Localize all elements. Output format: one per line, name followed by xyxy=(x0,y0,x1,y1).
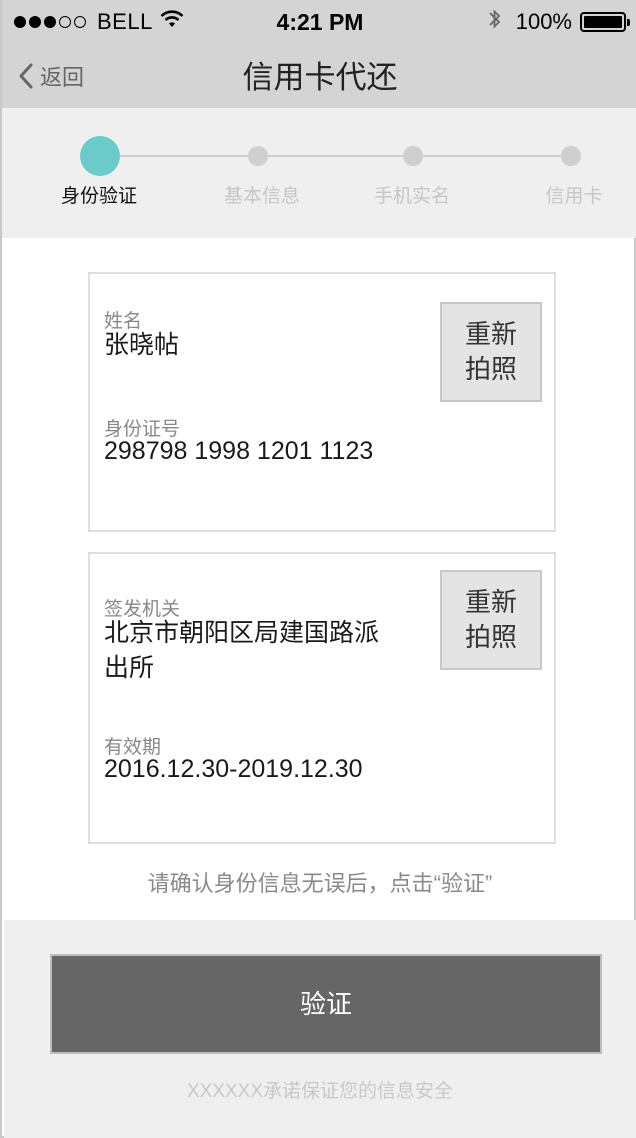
verify-button[interactable]: 验证 xyxy=(50,954,602,1054)
id-front-card: 姓名 张晓帖 身份证号 298798 1998 1201 1123 重新 拍照 xyxy=(88,272,556,532)
step-connector-line xyxy=(100,155,572,157)
bluetooth-icon xyxy=(488,7,502,37)
name-value: 张晓帖 xyxy=(104,331,180,359)
validity-value: 2016.12.30-2019.12.30 xyxy=(104,755,363,783)
nav-bar: 返回 信用卡代还 xyxy=(2,44,636,108)
step-node-credit-card xyxy=(561,146,581,166)
step-node-basic-info xyxy=(248,146,268,166)
battery-icon xyxy=(580,12,630,32)
step-label-identity: 身份验证 xyxy=(60,186,137,207)
step-label-phone: 手机实名 xyxy=(373,186,450,207)
retake-label-line1: 重新 xyxy=(464,319,517,349)
step-label-credit-card: 信用卡 xyxy=(545,186,603,207)
id-number-value: 298798 1998 1201 1123 xyxy=(104,437,374,465)
app-screen: BELL 4:21 PM 100% 返回 信用卡代还 身份验证 基本信息 手机实… xyxy=(0,0,636,1138)
retake-photo-button-front[interactable]: 重新 拍照 xyxy=(440,302,542,402)
authority-value-line1: 北京市朝阳区局建国路派 xyxy=(104,619,380,647)
confirm-hint: 请确认身份信息无误后，点击“验证” xyxy=(147,871,493,896)
step-node-phone xyxy=(403,146,423,166)
retake-photo-button-back[interactable]: 重新 拍照 xyxy=(440,570,542,670)
step-label-basic-info: 基本信息 xyxy=(223,186,300,207)
retake-label-line1: 重新 xyxy=(464,587,517,617)
status-bar: BELL 4:21 PM 100% xyxy=(2,0,636,44)
page-title: 信用卡代还 xyxy=(242,60,398,95)
battery-percent: 100% xyxy=(515,9,572,34)
step-progress: 身份验证 基本信息 手机实名 信用卡 xyxy=(2,108,636,238)
retake-label-line2: 拍照 xyxy=(464,622,517,652)
status-right: 100% xyxy=(488,7,630,37)
security-note: XXXXXX承诺保证您的信息安全 xyxy=(186,1081,454,1102)
authority-value-line2: 出所 xyxy=(104,654,155,682)
step-node-identity xyxy=(80,136,120,176)
retake-label-line2: 拍照 xyxy=(464,354,517,384)
id-back-card: 签发机关 北京市朝阳区局建国路派 出所 有效期 2016.12.30-2019.… xyxy=(88,552,556,844)
